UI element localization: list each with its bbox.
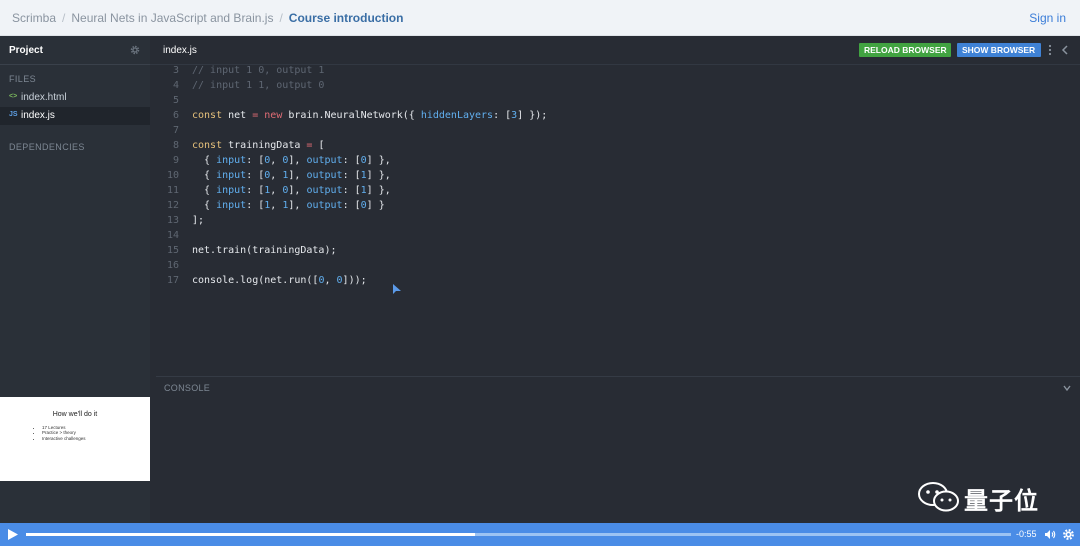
- files-section-label: FILES: [9, 74, 37, 84]
- slide-title: How we'll do it: [52, 411, 98, 418]
- console-header[interactable]: CONSOLE: [156, 376, 1080, 398]
- progress-track[interactable]: [26, 533, 1011, 536]
- progress-fill: [26, 533, 476, 536]
- breadcrumb-item-course[interactable]: Neural Nets in JavaScript and Brain.js: [71, 11, 273, 25]
- file-item-index-html[interactable]: <> index.html: [0, 89, 150, 107]
- file-name: index.html: [21, 92, 67, 103]
- tab-index-js[interactable]: index.js: [163, 45, 197, 56]
- settings-gear-icon[interactable]: [1062, 528, 1075, 541]
- line-number: 12: [166, 200, 179, 211]
- dependencies-section-label[interactable]: DEPENDENCIES: [9, 142, 85, 152]
- chevron-left-icon[interactable]: [1060, 44, 1070, 56]
- wechat-logo-icon: [918, 482, 959, 512]
- code-text: ];: [192, 215, 205, 226]
- code-line[interactable]: 6 const net = new brain.NeuralNetwork({ h…: [150, 110, 1080, 125]
- watermark-text: 量子位: [964, 488, 1039, 515]
- code-line[interactable]: 3 // input 1 0, output 1: [150, 65, 1080, 80]
- line-number: 11: [166, 185, 179, 196]
- line-number: 13: [166, 215, 179, 226]
- code-text: { input: [1, 1], output: [0] }: [192, 200, 385, 211]
- editor-tab-bar: index.js RELOAD BROWSER SHOW BROWSER: [150, 36, 1080, 65]
- line-number: 17: [166, 275, 179, 286]
- line-number: 8: [172, 140, 179, 151]
- volume-icon[interactable]: [1044, 529, 1056, 540]
- slide-preview[interactable]: How we'll do it 17 Lectures Practice > t…: [0, 397, 150, 481]
- top-bar: Scrimba / Neural Nets in JavaScript and Br…: [0, 0, 1080, 36]
- time-remaining: -0:55: [1016, 529, 1037, 539]
- code-text: // input 1 0, output 1: [192, 65, 325, 76]
- code-text: net.train(trainingData);: [192, 245, 337, 256]
- console-label: CONSOLE: [164, 383, 211, 393]
- file-item-index-js[interactable]: JS index.js: [0, 107, 150, 125]
- code-text: console.log(net.run([0, 0]));: [192, 275, 367, 286]
- code-line[interactable]: 7: [150, 125, 1080, 140]
- breadcrumb-separator: /: [279, 11, 283, 25]
- code-line[interactable]: 9 { input: [0, 0], output: [0] },: [150, 155, 1080, 170]
- gear-icon[interactable]: [129, 44, 141, 56]
- video-player-bar: -0:55: [0, 523, 1080, 546]
- slide-bullet: Interactive challenges: [42, 436, 86, 441]
- project-header: Project: [0, 36, 150, 65]
- line-number: 7: [172, 125, 179, 136]
- code-line[interactable]: 13];: [150, 215, 1080, 230]
- line-number: 16: [166, 260, 179, 271]
- project-title: Project: [9, 45, 43, 56]
- code-text: // input 1 1, output 0: [192, 80, 325, 91]
- code-text: { input: [0, 1], output: [1] },: [192, 170, 391, 181]
- watermark: 量子位: [918, 477, 1048, 515]
- code-line[interactable]: 12 { input: [1, 1], output: [0] }: [150, 200, 1080, 215]
- line-number: 4: [172, 80, 179, 91]
- show-browser-button[interactable]: SHOW BROWSER: [957, 43, 1041, 57]
- code-line[interactable]: 8 const trainingData = [: [150, 140, 1080, 155]
- line-number: 6: [172, 110, 179, 121]
- code-text: { input: [1, 0], output: [1] },: [192, 185, 391, 196]
- html-file-icon: <>: [9, 93, 18, 100]
- code-line[interactable]: 14: [150, 230, 1080, 245]
- code-line[interactable]: 17 console.log(net.run([0, 0]));: [150, 275, 1080, 290]
- line-number: 14: [166, 230, 179, 241]
- code-line[interactable]: 11 { input: [1, 0], output: [1] },: [150, 185, 1080, 200]
- line-number: 15: [166, 245, 179, 256]
- code-text: const net = new brain.NeuralNetwork({ hi…: [192, 110, 548, 121]
- slide-bullet-list: 17 Lectures Practice > theory Interactiv…: [36, 425, 86, 441]
- play-icon[interactable]: [7, 528, 19, 541]
- code-line[interactable]: 10 { input: [0, 1], output: [1] },: [150, 170, 1080, 185]
- more-options-icon[interactable]: [1048, 44, 1052, 56]
- code-line[interactable]: 15 net.train(trainingData);: [150, 245, 1080, 260]
- line-number: 9: [172, 155, 179, 166]
- line-number: 3: [172, 65, 179, 76]
- code-text: const trainingData = [: [192, 140, 325, 151]
- code-line[interactable]: 16: [150, 260, 1080, 275]
- reload-browser-button[interactable]: RELOAD BROWSER: [859, 43, 951, 57]
- project-sidebar: Project FILES <> index.html JS index.js …: [0, 36, 150, 523]
- mouse-pointer-icon: [393, 284, 401, 294]
- line-number: 10: [166, 170, 179, 181]
- breadcrumb-item-home[interactable]: Scrimba: [12, 11, 56, 25]
- breadcrumb-item-current: Course introduction: [288, 11, 404, 25]
- chevron-down-icon[interactable]: [1062, 383, 1072, 393]
- file-name: index.js: [21, 110, 55, 121]
- code-line[interactable]: 4 // input 1 1, output 0: [150, 80, 1080, 95]
- js-file-icon: JS: [9, 111, 18, 118]
- sign-in-link[interactable]: Sign in: [1029, 11, 1066, 25]
- breadcrumb: Scrimba / Neural Nets in JavaScript and Br…: [12, 11, 403, 25]
- code-line[interactable]: 5: [150, 95, 1080, 110]
- code-editor: index.js RELOAD BROWSER SHOW BROWSER 3 //…: [150, 36, 1080, 523]
- code-text: { input: [0, 0], output: [0] },: [192, 155, 391, 166]
- breadcrumb-separator: /: [62, 11, 66, 25]
- line-number: 5: [172, 95, 179, 106]
